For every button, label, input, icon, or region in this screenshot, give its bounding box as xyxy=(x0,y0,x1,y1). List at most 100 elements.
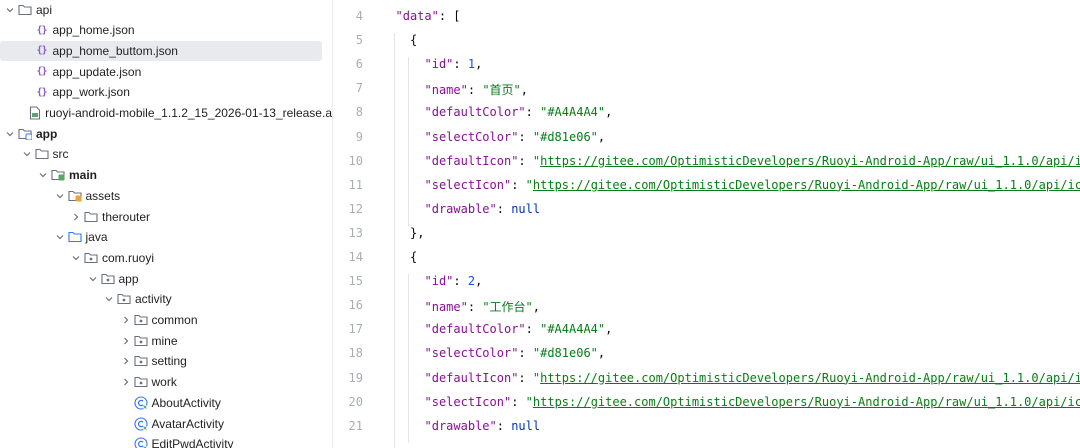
code-token: "id" xyxy=(424,57,454,72)
tree-item-label: app xyxy=(36,126,58,141)
code-link[interactable]: https://gitee.com/OptimisticDevelopers/R… xyxy=(540,371,1080,385)
tree-item-app[interactable]: app xyxy=(0,124,332,144)
code-token: , xyxy=(532,300,540,315)
code-line[interactable]: { xyxy=(410,250,417,264)
tree-item-label: app_update.json xyxy=(52,64,142,79)
tree-item-label: src xyxy=(52,147,69,162)
code-link[interactable]: https://gitee.com/OptimisticDevelopers/R… xyxy=(533,395,1080,409)
line-number: 10 xyxy=(348,153,363,168)
chevron-down-icon[interactable] xyxy=(54,233,66,241)
code-token: "name" xyxy=(424,300,468,315)
tree-item-main[interactable]: main xyxy=(0,165,332,185)
line-number: 12 xyxy=(348,201,363,216)
code-link[interactable]: https://gitee.com/OptimisticDevelopers/R… xyxy=(533,178,1080,192)
code-token: "#A4A4A4" xyxy=(540,105,606,120)
project-tree[interactable]: api {} app_home.json {} app_home_buttom.json… xyxy=(0,0,333,448)
code-line[interactable]: "selectIcon": "https://gitee.com/Optimis… xyxy=(425,178,1080,192)
tree-item-assets[interactable]: assets xyxy=(0,186,332,206)
line-number: 18 xyxy=(348,346,363,361)
code-line[interactable]: "drawable": null xyxy=(425,202,541,216)
code-line[interactable]: { xyxy=(410,33,417,47)
chevron-down-icon[interactable] xyxy=(21,150,33,158)
tree-item-src[interactable]: src xyxy=(0,144,332,164)
tree-item-activity[interactable]: activity xyxy=(0,289,332,309)
chevron-right-icon[interactable] xyxy=(120,357,132,365)
code-line[interactable]: "drawable": null xyxy=(425,419,541,433)
tree-item-app-update-json[interactable]: {} app_update.json xyxy=(0,62,332,82)
code-line[interactable]: "selectIcon": "https://gitee.com/Optimis… xyxy=(425,395,1080,409)
package-icon xyxy=(133,334,148,348)
tree-item-com-ruoyi[interactable]: com.ruoyi xyxy=(0,248,332,268)
code-link[interactable]: https://gitee.com/OptimisticDevelopers/R… xyxy=(540,154,1080,168)
tree-item-java[interactable]: java xyxy=(0,227,332,247)
code-line[interactable]: "selectColor": "#d81e06", xyxy=(425,130,606,144)
tree-item-label: mine xyxy=(151,333,178,348)
tree-item-aboutactivity[interactable]: AboutActivity xyxy=(0,393,332,413)
folder-icon xyxy=(34,147,49,161)
tree-item-label: java xyxy=(85,230,108,245)
code-line[interactable]: "defaultColor": "#A4A4A4", xyxy=(425,322,613,336)
chevron-down-icon[interactable] xyxy=(37,171,49,179)
chevron-down-icon[interactable] xyxy=(4,130,16,138)
code-line[interactable]: "defaultIcon": "https://gitee.com/Optimi… xyxy=(425,154,1080,168)
line-number: 5 xyxy=(355,33,363,48)
tree-item-app[interactable]: app xyxy=(0,269,332,289)
code-line[interactable]: "defaultIcon": "https://gitee.com/Optimi… xyxy=(425,371,1080,385)
code-token: "defaultColor" xyxy=(424,105,526,120)
tree-item-common[interactable]: common xyxy=(0,310,332,330)
code-token: "id" xyxy=(424,274,454,289)
code-line[interactable]: "data": [ xyxy=(396,9,461,23)
code-token: { xyxy=(410,250,418,264)
tree-item-avataractivity[interactable]: AvatarActivity xyxy=(0,414,332,434)
code-token: : xyxy=(453,57,468,72)
indent-guide xyxy=(393,33,395,448)
chevron-down-icon[interactable] xyxy=(103,295,115,303)
code-token: : xyxy=(453,274,468,289)
code-token: , xyxy=(597,346,606,361)
tree-item-label: activity xyxy=(135,292,172,307)
code-token: 1 xyxy=(467,57,476,72)
code-line[interactable]: "name": "首页", xyxy=(425,81,529,98)
chevron-right-icon[interactable] xyxy=(120,337,132,345)
chevron-right-icon[interactable] xyxy=(120,316,132,324)
chevron-right-icon[interactable] xyxy=(120,378,132,386)
tree-item-app-home-buttom-json[interactable]: {} app_home_buttom.json xyxy=(0,40,332,61)
tree-item-therouter[interactable]: therouter xyxy=(0,207,332,227)
chevron-down-icon[interactable] xyxy=(54,192,66,200)
code-line[interactable]: "id": 1, xyxy=(425,57,483,71)
code-line[interactable]: "selectColor": "#d81e06", xyxy=(425,346,606,360)
tree-item-work[interactable]: work xyxy=(0,372,332,392)
line-number: 15 xyxy=(348,274,363,289)
code-token: : [ xyxy=(438,9,461,23)
code-token: null xyxy=(511,418,541,433)
chevron-down-icon[interactable] xyxy=(87,275,99,283)
line-number: 20 xyxy=(348,394,363,409)
code-token: : xyxy=(496,418,512,433)
code-line[interactable]: "defaultColor": "#A4A4A4", xyxy=(425,105,613,119)
code-line[interactable]: "id": 2, xyxy=(425,274,483,288)
tree-item-setting[interactable]: setting xyxy=(0,351,332,371)
code-editor[interactable]: 4 "data": [5 {6 "id": 1, 7 "name": "首页", 8 "def… xyxy=(333,0,1080,448)
module-folder-icon xyxy=(18,127,32,141)
chevron-right-icon[interactable] xyxy=(70,213,82,221)
chevron-down-icon[interactable] xyxy=(70,254,82,262)
line-number: 11 xyxy=(348,177,363,192)
code-line[interactable]: "name": "工作台", xyxy=(425,298,541,315)
chevron-down-icon[interactable] xyxy=(4,6,16,14)
tree-item-api[interactable]: api xyxy=(0,0,332,20)
tree-item-app-home-json[interactable]: {} app_home.json xyxy=(0,20,332,40)
line-number: 17 xyxy=(348,322,363,337)
tree-item-ruoyi-android-mobile-1-1-2-15-2026-01-13-release-a[interactable]: ruoyi-android-mobile_1.1.2_15_2026-01-13… xyxy=(0,103,332,123)
code-token: "工作台" xyxy=(482,300,533,315)
code-token: , xyxy=(597,129,606,144)
code-token: , xyxy=(475,274,483,289)
code-line[interactable]: }, xyxy=(410,226,424,240)
json-file-icon: {} xyxy=(36,86,47,98)
package-icon xyxy=(100,272,115,286)
tree-item-app-work-json[interactable]: {} app_work.json xyxy=(0,82,332,102)
tree-item-mine[interactable]: mine xyxy=(0,331,332,351)
code-token: "#d81e06" xyxy=(532,346,598,361)
tree-item-editpwdactivity[interactable]: EditPwdActivity xyxy=(0,434,332,448)
source-folder-icon xyxy=(51,168,65,182)
code-token: : xyxy=(518,129,533,144)
